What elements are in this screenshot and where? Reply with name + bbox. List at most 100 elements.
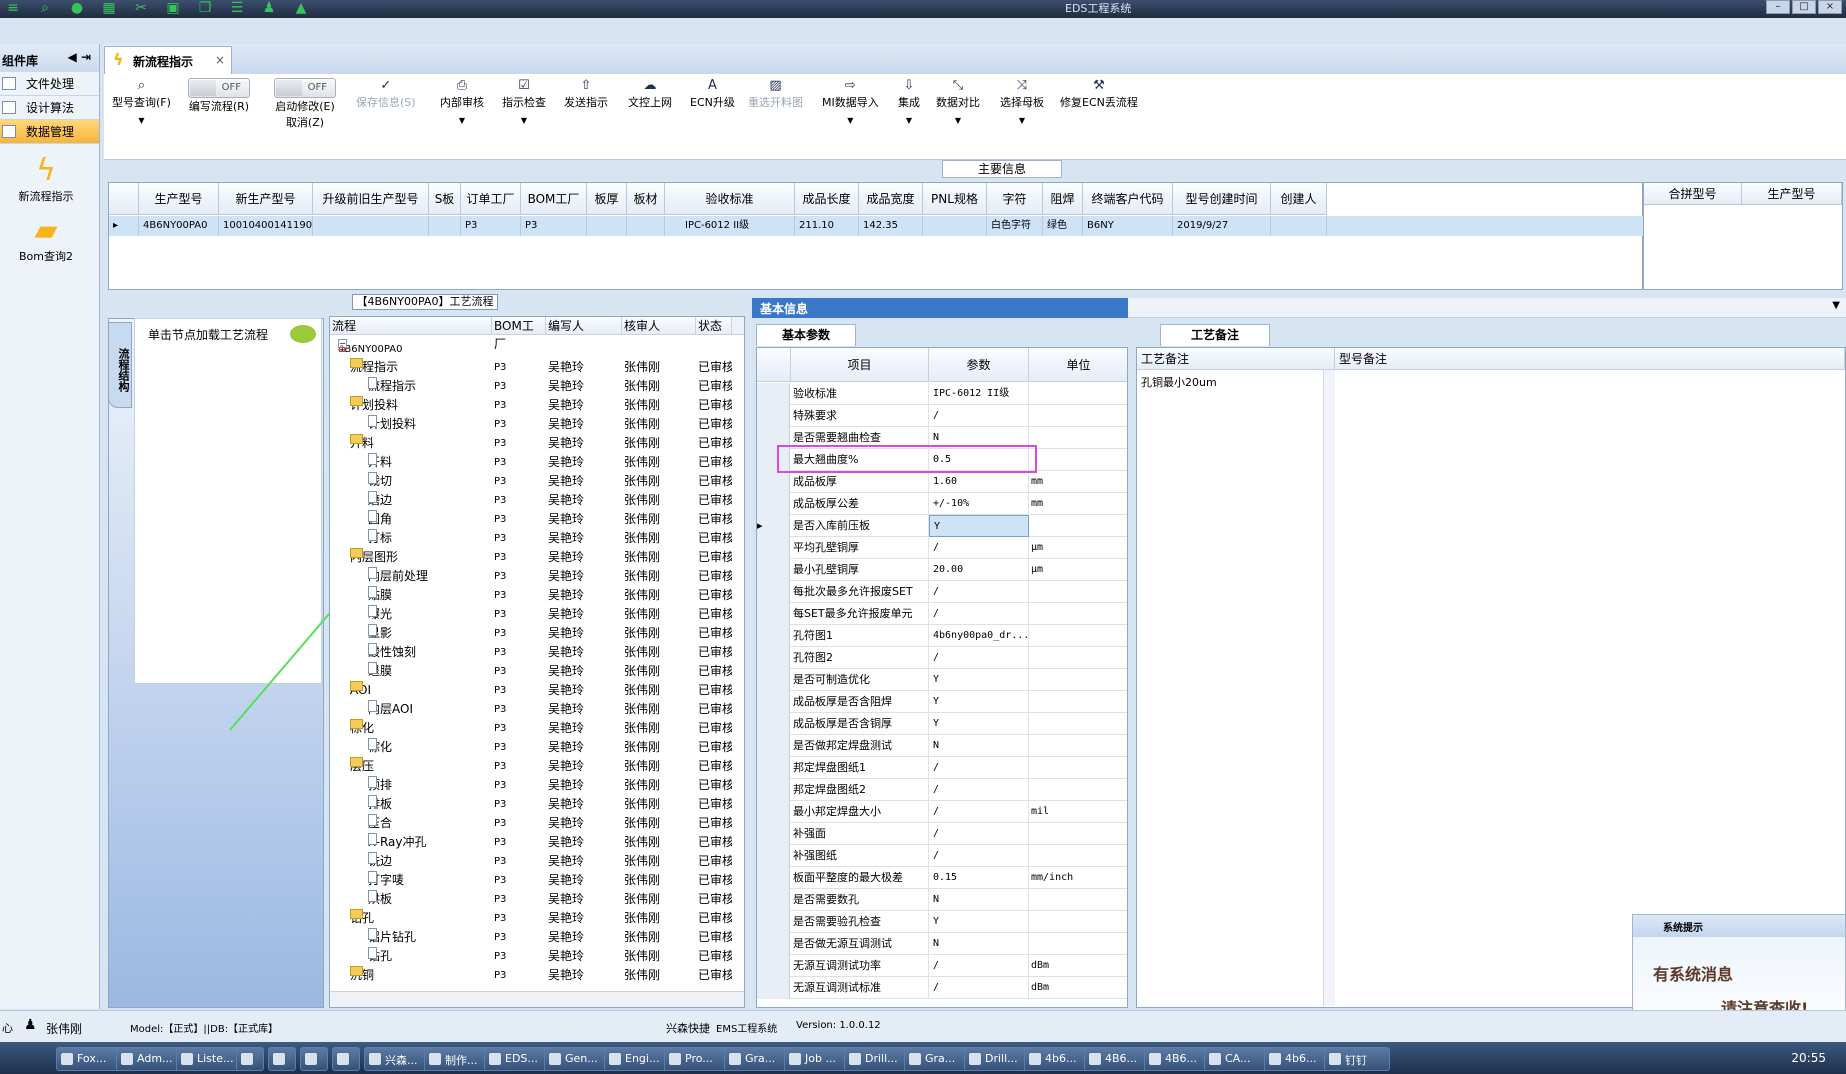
taskbar-item[interactable]: 钉钉 <box>1324 1047 1390 1071</box>
nav-item-data[interactable]: 数据管理 <box>0 120 99 144</box>
param-value[interactable]: / <box>929 757 1029 779</box>
close-window-button[interactable]: × <box>1818 0 1842 14</box>
col-header[interactable]: 合拼型号 <box>1644 183 1742 205</box>
save-info-button[interactable]: ✓ 保存信息(S) <box>356 78 416 110</box>
param-row[interactable]: 每SET最多允许报废单元 / <box>757 603 1127 625</box>
tree-node[interactable]: 开料 P3 吴艳玲 张伟刚 已审核 <box>330 453 732 472</box>
tree-node[interactable]: −开料P3吴艳玲张伟刚已审核 <box>330 434 732 453</box>
col-header[interactable]: 生产型号 <box>139 183 219 215</box>
param-row[interactable]: 成品板厚是否含阻焊 Y <box>757 691 1127 713</box>
col-header[interactable]: 新生产型号 <box>219 183 313 215</box>
param-value[interactable]: / <box>929 977 1029 999</box>
integrate-button[interactable]: ⇩ 集成 ▼ <box>898 78 920 125</box>
param-row[interactable]: 成品板厚是否含铜厚 Y <box>757 713 1127 735</box>
doc-online-button[interactable]: ☁ 文控上网 <box>628 78 672 110</box>
search-icon[interactable]: ⌕ <box>34 0 56 17</box>
param-row[interactable]: 板面平整度的最大极差 0.15 mm/inch <box>757 867 1127 889</box>
col-header[interactable]: 验收标准 <box>665 183 795 215</box>
nav-item-design[interactable]: 设计算法 <box>0 96 99 120</box>
tree-node[interactable]: −棕化P3吴艳玲张伟刚已审核 <box>330 719 732 738</box>
dropdown-icon[interactable]: ▼ <box>822 116 879 125</box>
param-value[interactable]: N <box>929 889 1029 911</box>
tree-node[interactable]: 棕化 P3 吴艳玲 张伟刚 已审核 <box>330 738 732 757</box>
param-row[interactable]: 是否做邦定焊盘测试 N <box>757 735 1127 757</box>
reselect-image-button[interactable]: ▨ 重选开料图 <box>748 78 803 110</box>
col-header[interactable]: 核审人 <box>622 317 696 335</box>
taskbar-item[interactable]: Gra... <box>904 1047 970 1071</box>
tree-node[interactable]: 压合 P3 吴艳玲 张伟刚 已审核 <box>330 814 732 833</box>
tree-node[interactable]: 计划投料 P3 吴艳玲 张伟刚 已审核 <box>330 415 732 434</box>
param-value[interactable]: Y <box>929 669 1029 691</box>
param-row[interactable]: 是否需要验孔检查 Y <box>757 911 1127 933</box>
param-value[interactable]: / <box>929 603 1029 625</box>
col-header[interactable]: S板 <box>429 183 461 215</box>
dropdown-icon[interactable]: ▼ <box>440 116 484 125</box>
taskbar-item[interactable]: 兴森... <box>364 1047 430 1071</box>
table-cell[interactable]: 142.35 <box>859 216 923 236</box>
tree-node[interactable]: 预排 P3 吴艳玲 张伟刚 已审核 <box>330 776 732 795</box>
param-value[interactable]: / <box>929 537 1029 559</box>
param-value[interactable]: IPC-6012 II级 <box>929 383 1029 405</box>
param-value[interactable]: / <box>929 647 1029 669</box>
process-remark-text[interactable]: 孔铜最小20um <box>1141 374 1217 390</box>
mi-import-button[interactable]: ⇨ MI数据导入 ▼ <box>822 78 879 125</box>
taskbar-item[interactable]: 4b6... <box>1024 1047 1090 1071</box>
col-header[interactable]: 单位 <box>1029 348 1127 382</box>
col-header[interactable]: BOM工厂 <box>521 183 587 215</box>
taskbar-item[interactable] <box>300 1047 328 1071</box>
param-row[interactable]: 孔符图1 4b6ny00pa0_dr... <box>757 625 1127 647</box>
taskbar-item[interactable]: Gen... <box>544 1047 610 1071</box>
table-cell[interactable] <box>1271 216 1327 236</box>
tree-node[interactable]: 打字唛 P3 吴艳玲 张伟刚 已审核 <box>330 871 732 890</box>
image-icon[interactable]: ▲ <box>290 0 312 17</box>
taskbar-item[interactable]: CA... <box>1204 1047 1270 1071</box>
param-row[interactable]: 是否需要数孔 N <box>757 889 1127 911</box>
taskbar-item[interactable]: Job ... <box>784 1047 850 1071</box>
param-value[interactable]: 20.00 <box>929 559 1029 581</box>
table-cell[interactable]: 10010400141190 <box>219 216 313 236</box>
model-query-button[interactable]: ⌕ 型号查询(F) ▼ <box>112 78 171 125</box>
taskbar-item[interactable]: Drill... <box>844 1047 910 1071</box>
taskbar-item[interactable]: Pro... <box>664 1047 730 1071</box>
tree-node[interactable]: −流程指示P3吴艳玲张伟刚已审核 <box>330 358 732 377</box>
tree-node[interactable]: −层压P3吴艳玲张伟刚已审核 <box>330 757 732 776</box>
taskbar-item[interactable]: Fox... <box>56 1047 122 1071</box>
tree-node[interactable]: 酸性蚀刻 P3 吴艳玲 张伟刚 已审核 <box>330 643 732 662</box>
param-row[interactable]: 邦定焊盘图纸1/ <box>757 757 1127 779</box>
table-cell[interactable]: 4B6NY00PA0 <box>139 216 219 236</box>
param-value[interactable]: Y <box>929 713 1029 735</box>
table-cell[interactable]: 2019/9/27 <box>1173 216 1271 236</box>
tree-node[interactable]: −内层图形P3吴艳玲张伟刚已审核 <box>330 548 732 567</box>
param-row[interactable]: 补强图纸 / <box>757 845 1127 867</box>
param-row[interactable]: 成品板厚公差 +/-10% mm <box>757 493 1127 515</box>
tab-new-process[interactable]: ϟ 新流程指示 × <box>104 46 232 74</box>
param-row[interactable]: 是否做无源互调测试 N <box>757 933 1127 955</box>
taskbar-item[interactable] <box>268 1047 296 1071</box>
param-row[interactable]: 平均孔壁铜厚 / μm <box>757 537 1127 559</box>
tab-process-structure[interactable]: 流程结构 <box>108 322 132 408</box>
tree-node[interactable]: 铝片钻孔 P3 吴艳玲 张伟刚 已审核 <box>330 928 732 947</box>
tree-node[interactable]: −钻孔P3吴艳玲张伟刚已审核 <box>330 909 732 928</box>
save-icon[interactable]: ▣ <box>162 0 184 17</box>
scrollbar-horizontal[interactable] <box>330 991 744 1007</box>
col-header[interactable]: 字符 <box>987 183 1043 215</box>
col-header[interactable]: PNL规格 <box>923 183 987 215</box>
col-header[interactable]: BOM工厂 <box>492 317 546 351</box>
bom-query-button[interactable]: ▰ Bom查询2 <box>4 214 88 264</box>
minimize-button[interactable]: – <box>1766 0 1790 14</box>
tree-node[interactable]: 退膜 P3 吴艳玲 张伟刚 已审核 <box>330 662 732 681</box>
write-process-toggle[interactable]: OFF 编写流程(R) <box>188 78 250 114</box>
dropdown-icon[interactable]: ▼ <box>898 116 920 125</box>
param-value[interactable]: Y <box>929 515 1029 537</box>
dropdown-icon[interactable]: ▼ <box>1832 300 1840 311</box>
tree-node[interactable]: 圆角 P3 吴艳玲 张伟刚 已审核 <box>330 510 732 529</box>
tree-node[interactable]: 排板 P3 吴艳玲 张伟刚 已审核 <box>330 795 732 814</box>
param-row[interactable]: 最小邦定焊盘大小 / mil <box>757 801 1127 823</box>
col-header[interactable]: 升级前旧生产型号 <box>313 183 429 215</box>
new-process-button[interactable]: ϟ 新流程指示 <box>4 154 88 204</box>
col-header[interactable]: 型号创建时间 <box>1173 183 1271 215</box>
table-cell[interactable] <box>923 216 987 236</box>
param-value[interactable]: N <box>929 933 1029 955</box>
nav-item-file[interactable]: 文件处理 <box>0 72 99 96</box>
taskbar-item[interactable]: Engi... <box>604 1047 670 1071</box>
